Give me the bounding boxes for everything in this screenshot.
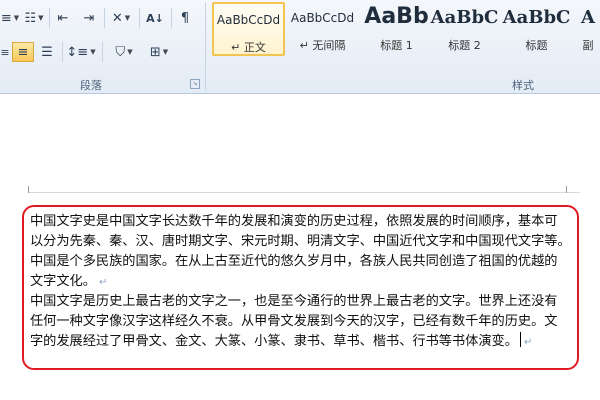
paragraph-dialog-launcher[interactable]: ↘ bbox=[190, 79, 200, 89]
decrease-indent-button[interactable]: ⇤ bbox=[52, 8, 74, 28]
style-name: 副 bbox=[582, 39, 594, 52]
margin-corner-right bbox=[566, 186, 567, 193]
style-sample: AaBbCcDd bbox=[290, 11, 355, 25]
group-separator bbox=[205, 2, 206, 90]
style-sample: AaBbC bbox=[430, 7, 499, 28]
style-name: ↵ 无间隔 bbox=[299, 39, 346, 52]
chevron-down-icon: ▼ bbox=[38, 14, 44, 22]
red-highlight-box bbox=[22, 205, 579, 370]
chevron-down-icon: ▼ bbox=[162, 48, 169, 56]
chinese-layout-icon: ✕ bbox=[111, 10, 123, 26]
increase-indent-button[interactable]: ⇥ bbox=[78, 8, 100, 28]
justify-button[interactable]: ≡ bbox=[12, 42, 34, 62]
styles-gallery: AaBbCcDd ↵ 正文 AaBbCcDd ↵ 无间隔 AaBb 标题 1 A… bbox=[210, 0, 600, 72]
page-margin-line bbox=[28, 192, 580, 193]
line-spacing-icon: ↕≡ bbox=[66, 44, 89, 60]
separator bbox=[102, 42, 103, 62]
chevron-down-icon: ▼ bbox=[13, 14, 20, 22]
chevron-down-icon: ▼ bbox=[90, 48, 96, 56]
align-distributed-icon: ☰ bbox=[41, 44, 53, 60]
style-name: 标题 bbox=[525, 39, 548, 52]
style-subtitle[interactable]: A 副 bbox=[576, 2, 600, 56]
separator bbox=[171, 8, 172, 28]
chevron-down-icon: ▼ bbox=[127, 48, 133, 56]
decrease-indent-icon: ⇤ bbox=[57, 10, 69, 26]
align-justify-icon: ≡ bbox=[17, 44, 29, 60]
group-label-styles: 样式 bbox=[512, 79, 534, 92]
group-label-paragraph: 段落 bbox=[80, 79, 102, 92]
chevron-down-icon: ▼ bbox=[124, 14, 131, 22]
increase-indent-icon: ⇥ bbox=[83, 10, 95, 26]
style-no-spacing[interactable]: AaBbCcDd ↵ 无间隔 bbox=[286, 2, 359, 56]
ribbon: ≡ ▼ ☷ ▼ ⇤ ⇥ ✕ ▼ A↓ ¶ ≡ ≡ ☰ ↕≡ ▼ ⛉ ▼ ⊞ ▼ 段落 ↘ bbox=[0, 0, 600, 94]
show-marks-button[interactable]: ¶ bbox=[174, 8, 196, 28]
shading-button[interactable]: ⛉ ▼ bbox=[108, 42, 140, 62]
style-name: 标题 1 bbox=[380, 39, 413, 52]
style-sample: A bbox=[581, 7, 595, 28]
align-left-button[interactable]: ≡ bbox=[0, 42, 10, 62]
style-sample: AaBbC bbox=[502, 7, 571, 28]
multilevel-list-icon: ☷ bbox=[24, 10, 37, 26]
style-sample: AaBbCcDd bbox=[216, 13, 281, 27]
border-icon: ⊞ bbox=[149, 44, 161, 60]
margin-corner-left bbox=[28, 186, 29, 193]
style-heading-1[interactable]: AaBb 标题 1 bbox=[360, 2, 433, 56]
style-normal[interactable]: AaBbCcDd ↵ 正文 bbox=[212, 2, 285, 56]
separator bbox=[139, 8, 140, 28]
style-name: 标题 2 bbox=[448, 39, 481, 52]
align-left-icon: ≡ bbox=[0, 45, 10, 59]
borders-button[interactable]: ⊞ ▼ bbox=[144, 42, 174, 62]
chinese-layout-button[interactable]: ✕ ▼ bbox=[107, 8, 135, 28]
style-name: ↵ 正文 bbox=[231, 41, 266, 54]
numbering-list-button[interactable]: ≡ ▼ bbox=[0, 8, 20, 28]
separator bbox=[49, 8, 50, 28]
paragraph-mark-icon: ¶ bbox=[180, 10, 190, 26]
separator bbox=[104, 8, 105, 28]
sort-icon: A↓ bbox=[146, 11, 164, 25]
separator bbox=[62, 42, 63, 62]
style-heading-2[interactable]: AaBbC 标题 2 bbox=[428, 2, 501, 56]
line-spacing-button[interactable]: ↕≡ ▼ bbox=[66, 42, 96, 62]
dialog-launcher-icon: ↘ bbox=[192, 80, 198, 87]
multilevel-list-button[interactable]: ☷ ▼ bbox=[22, 8, 46, 28]
sort-button[interactable]: A↓ bbox=[143, 8, 167, 28]
paint-bucket-icon: ⛉ bbox=[115, 44, 126, 60]
numbered-list-icon: ≡ bbox=[0, 10, 12, 26]
distributed-align-button[interactable]: ☰ bbox=[36, 42, 58, 62]
style-sample: AaBb bbox=[364, 4, 429, 29]
style-title[interactable]: AaBbC 标题 bbox=[500, 2, 573, 56]
